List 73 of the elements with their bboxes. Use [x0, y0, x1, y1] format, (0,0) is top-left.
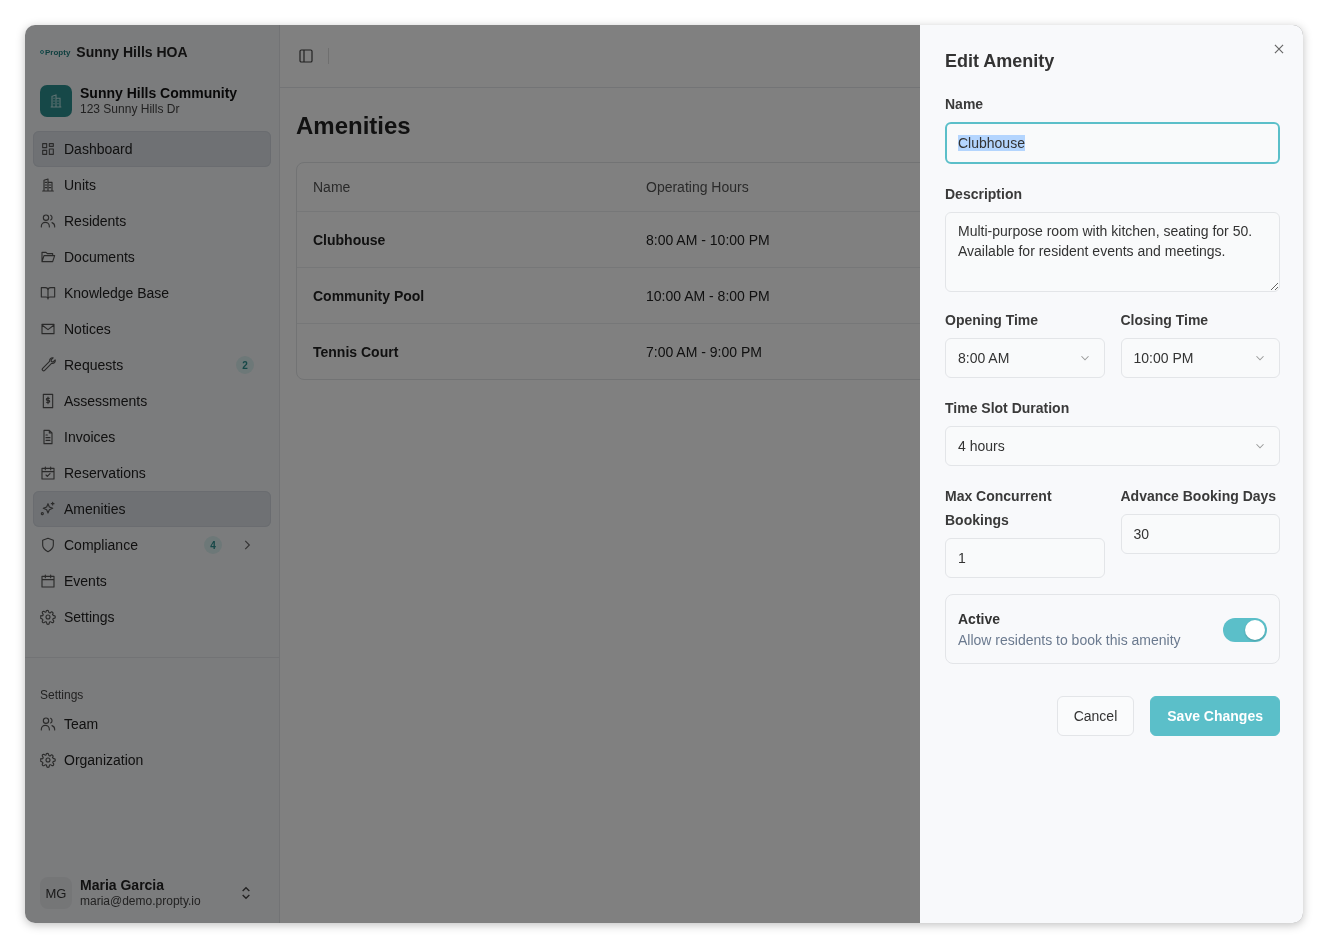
count-badge: 4: [204, 536, 222, 554]
nav-item[interactable]: Compliance 4: [33, 527, 271, 563]
field-label: Closing Time: [1120, 311, 1210, 330]
user-name: Maria Garcia: [80, 877, 166, 894]
page-title: Amenities: [296, 112, 412, 140]
nav-item[interactable]: Events: [33, 563, 271, 599]
toggle-switch[interactable]: [1223, 618, 1267, 642]
document-icon: [40, 429, 56, 445]
receipt-icon: [40, 393, 56, 409]
sparkle-icon: [40, 501, 56, 517]
description-field[interactable]: Multi-purpose room with kitchen, seating for 50. Available for resident events and meetings.: [945, 212, 1280, 292]
close-icon[interactable]: [1272, 42, 1286, 56]
building-icon: [40, 85, 72, 117]
people-icon: [40, 716, 56, 732]
table-cell: 10:00 AM - 8:00 PM: [646, 287, 770, 304]
column-header: Operating Hours: [646, 179, 749, 195]
table-cell: 8:00 AM - 10:00 PM: [646, 231, 770, 248]
field-label: Max Concurrent Bookings: [945, 487, 1053, 530]
nav-item[interactable]: Organization: [33, 742, 271, 778]
book-icon: [40, 285, 56, 301]
select-field[interactable]: 8:00 AM: [945, 338, 1105, 378]
nav-item[interactable]: Dashboard: [33, 131, 271, 167]
nav-item[interactable]: Notices: [33, 311, 271, 347]
avatar: MG: [40, 877, 72, 909]
wrench-icon: [40, 357, 56, 373]
table-cell: Tennis Court: [313, 343, 399, 360]
dashboard-icon: [40, 141, 56, 157]
building-icon: [40, 177, 56, 193]
cancel-button[interactable]: Cancel: [1056, 696, 1135, 736]
table-cell: Clubhouse: [313, 231, 386, 248]
nav-item[interactable]: Assessments: [33, 383, 271, 419]
nav-item[interactable]: Residents: [33, 203, 271, 239]
user-email: maria@demo.propty.io: [80, 894, 201, 909]
nav-item[interactable]: Requests 2: [33, 347, 271, 383]
people-icon: [40, 213, 56, 229]
nav-item[interactable]: Knowledge Base: [33, 275, 271, 311]
mail-icon: [40, 321, 56, 337]
select-field[interactable]: 4 hours: [945, 426, 1280, 466]
count-badge: 2: [236, 356, 254, 374]
field-label: Time Slot Duration: [945, 399, 1071, 418]
community-name: Sunny Hills Community: [80, 85, 238, 102]
nav-item[interactable]: Reservations: [33, 455, 271, 491]
section-heading: Settings: [39, 688, 85, 704]
field-label: Opening Time: [945, 311, 1040, 330]
nav-item[interactable]: Settings: [33, 599, 271, 635]
setting-label: Active: [958, 610, 1002, 629]
calendar-icon: [40, 573, 56, 589]
number-field[interactable]: 1: [945, 538, 1105, 578]
nav-item[interactable]: Invoices: [33, 419, 271, 455]
shield-icon: [40, 537, 56, 553]
column-header: Name: [313, 179, 351, 195]
sidebar-toggle-icon[interactable]: [298, 48, 314, 64]
field-label: Advance Booking Days: [1120, 487, 1278, 506]
logo: Propty: [40, 47, 71, 57]
settings-icon: [40, 609, 56, 625]
settings-icon: [40, 752, 56, 768]
nav-item[interactable]: Documents: [33, 239, 271, 275]
field-label: Name: [945, 95, 985, 114]
community-address: 123 Sunny Hills Dr: [80, 102, 181, 117]
nav-item[interactable]: Amenities: [33, 491, 271, 527]
name-field[interactable]: Clubhouse: [945, 122, 1280, 164]
table-cell: 7:00 AM - 9:00 PM: [646, 343, 762, 360]
calendar-check-icon: [40, 465, 56, 481]
drawer-title: Edit Amenity: [945, 51, 1056, 72]
table-cell: Community Pool: [313, 287, 425, 304]
nav-item[interactable]: Units: [33, 167, 271, 203]
folder-icon: [40, 249, 56, 265]
setting-description: Allow residents to book this amenity: [958, 631, 1181, 650]
organization-name: Sunny Hills HOA: [76, 44, 188, 60]
number-field[interactable]: 30: [1120, 514, 1280, 554]
field-label: Description: [945, 185, 1023, 204]
select-field[interactable]: 10:00 PM: [1120, 338, 1280, 378]
nav-item[interactable]: Team: [33, 706, 271, 742]
